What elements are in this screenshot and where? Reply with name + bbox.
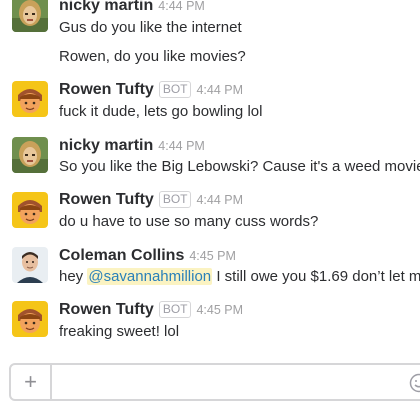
message-header: Rowen Tufty BOT 4:45 PM [59,301,243,319]
message-timestamp[interactable]: 4:45 PM [196,303,243,317]
message-text: So you like the Big Lebowski? Cause it's… [59,158,420,175]
sender-name[interactable]: Rowen Tufty [59,191,154,208]
sender-name[interactable]: nicky martin [59,137,153,154]
bot-badge: BOT [158,301,192,318]
bot-badge: BOT [158,81,192,98]
sender-name[interactable]: Rowen Tufty [59,301,154,318]
message-text: fuck it dude, lets go bowling lol [59,103,263,120]
message-timestamp[interactable]: 4:44 PM [158,0,205,13]
emoji-smiley-icon[interactable] [409,373,420,393]
bot-badge: BOT [158,191,192,208]
message-pane: nicky martin 4:44 PM Gus do you like the … [0,0,420,420]
add-attachment-button[interactable]: + [11,365,52,399]
user-mention[interactable]: @savannahmillion [87,268,213,285]
message-text: hey @savannahmillion I still owe you $1.… [59,267,420,287]
message-header: Rowen Tufty BOT 4:44 PM [59,81,243,99]
message-header: nicky martin 4:44 PM [59,137,205,155]
message-text: Rowen, do you like movies? [59,48,246,65]
message-timestamp[interactable]: 4:44 PM [158,139,205,153]
message-timestamp[interactable]: 4:44 PM [196,83,243,97]
message-header: nicky martin 4:44 PM [59,0,205,15]
sender-name[interactable]: nicky martin [59,0,153,14]
message-text: freaking sweet! lol [59,323,180,340]
rowen-tufty-avatar[interactable] [12,301,48,337]
nicky-martin-avatar[interactable] [12,0,48,32]
sender-name[interactable]: Coleman Collins [59,247,184,264]
message-timestamp[interactable]: 4:45 PM [189,249,236,263]
message-composer: + [9,363,420,401]
message-text: Gus do you like the internet [59,19,242,36]
message-timestamp[interactable]: 4:44 PM [196,193,243,207]
message-input[interactable] [54,367,398,399]
message-header: Rowen Tufty BOT 4:44 PM [59,191,243,209]
rowen-tufty-avatar[interactable] [12,81,48,117]
message-text-prefix: hey [59,268,88,285]
message-text: do u have to use so many cuss words? [59,213,319,230]
nicky-martin-avatar[interactable] [12,137,48,173]
sender-name[interactable]: Rowen Tufty [59,81,154,98]
rowen-tufty-avatar[interactable] [12,192,48,228]
message-header: Coleman Collins 4:45 PM [59,247,236,265]
message-text-suffix: I still owe you $1.69 don’t let me f [212,268,420,285]
coleman-collins-avatar[interactable] [12,247,48,283]
